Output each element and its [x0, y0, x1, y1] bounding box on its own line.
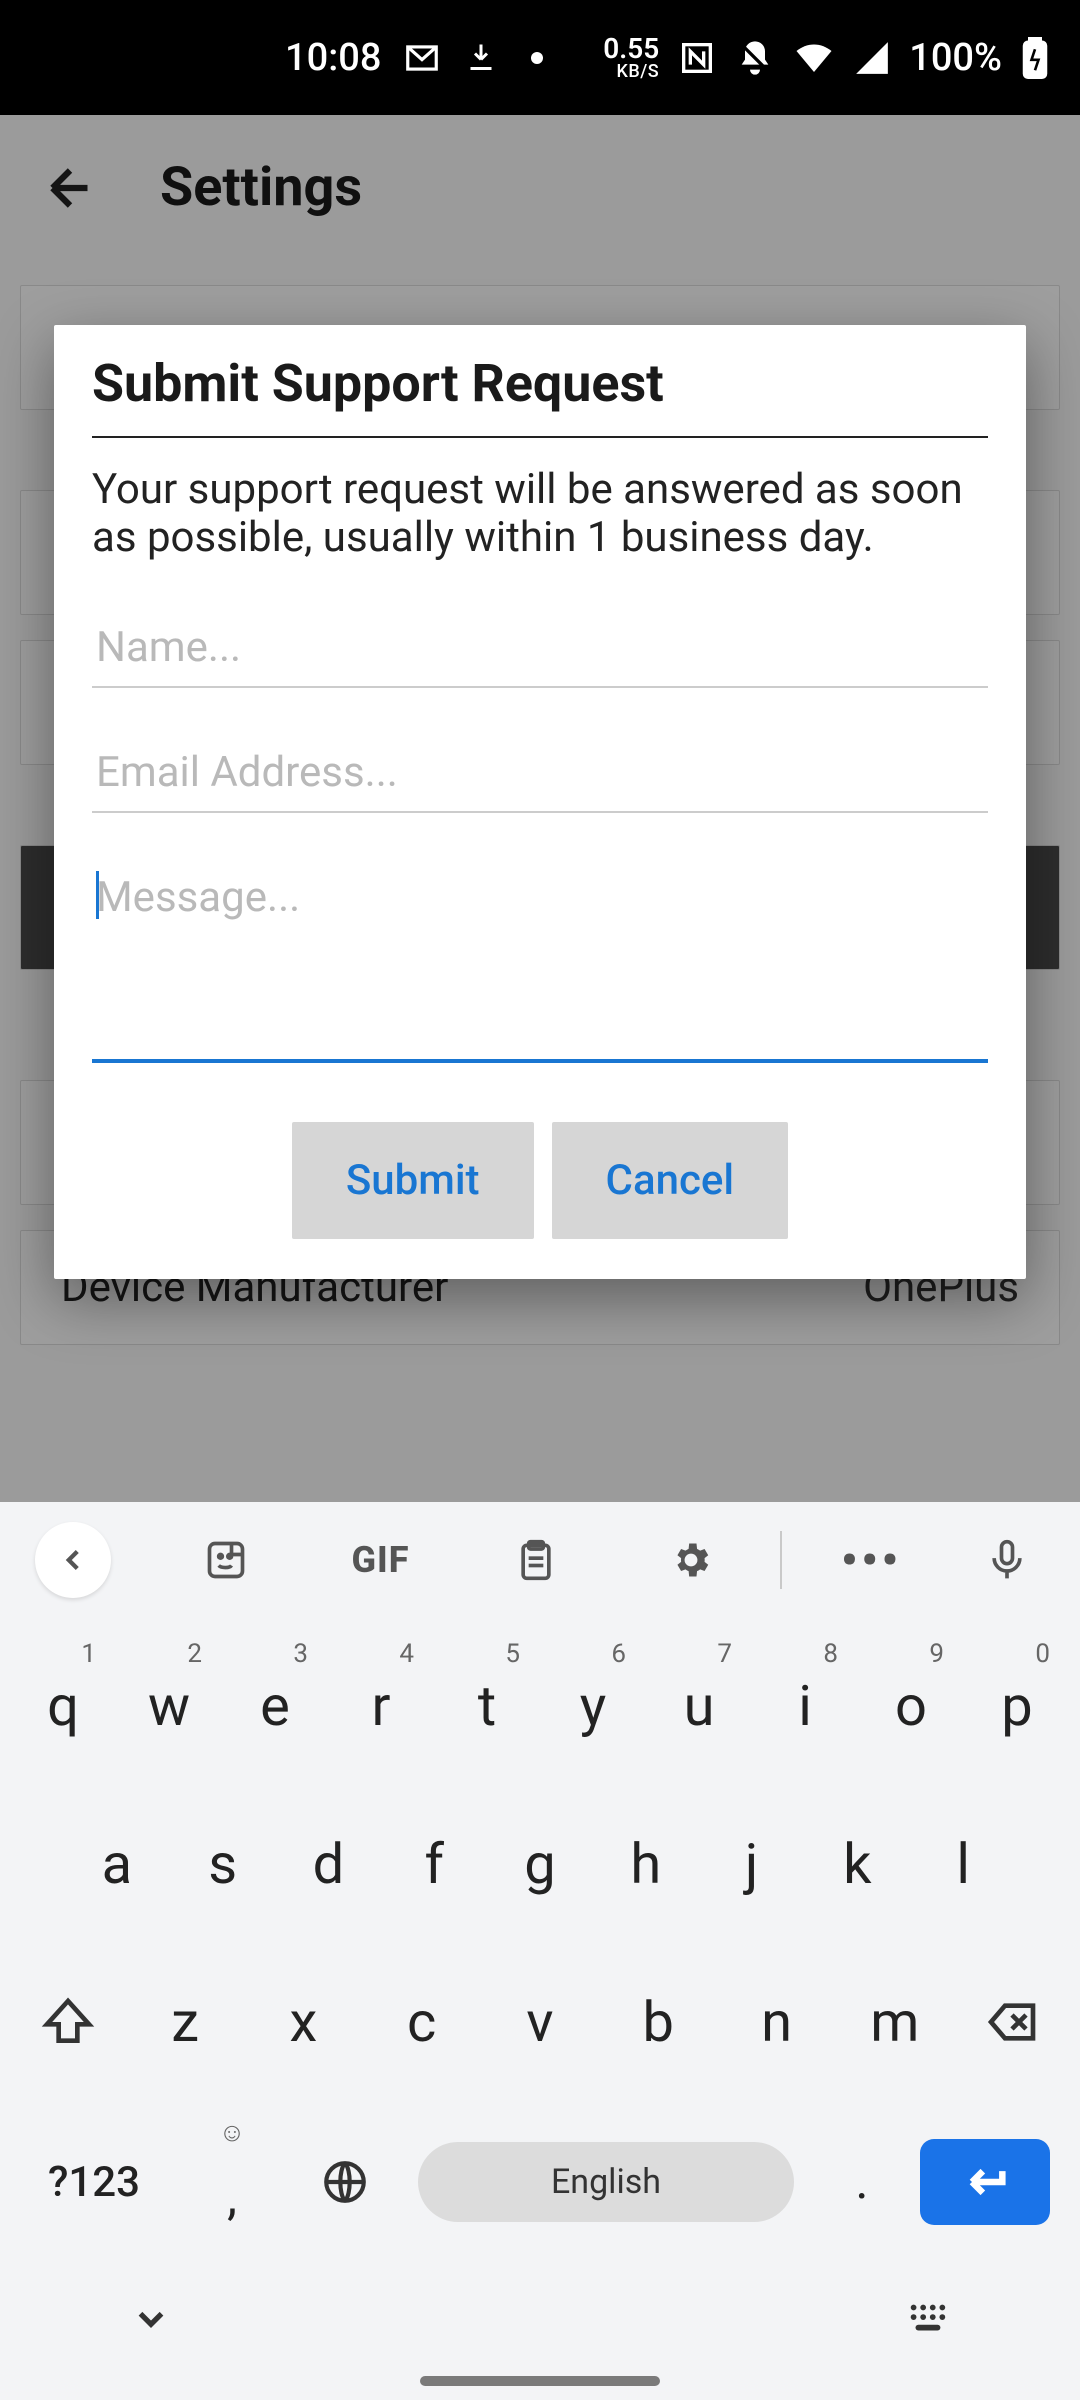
- keyboard-collapse-button[interactable]: [28, 1502, 118, 1617]
- gmail-icon: [403, 39, 441, 77]
- status-bar: 10:08 0.55 KB/S: [0, 0, 1080, 115]
- key-t[interactable]: 5t: [438, 1631, 536, 1781]
- cancel-button[interactable]: Cancel: [552, 1122, 789, 1239]
- key-j[interactable]: j: [703, 1789, 801, 1939]
- email-field[interactable]: [92, 738, 988, 813]
- clipboard-icon[interactable]: [458, 1502, 613, 1617]
- key-h[interactable]: h: [597, 1789, 695, 1939]
- key-d[interactable]: d: [280, 1789, 378, 1939]
- message-field[interactable]: [92, 863, 988, 1063]
- key-m[interactable]: m: [840, 1947, 950, 2097]
- more-icon[interactable]: •••: [794, 1502, 949, 1617]
- key-k[interactable]: k: [808, 1789, 906, 1939]
- download-icon: [463, 40, 499, 76]
- modal-description: Your support request will be answered as…: [92, 466, 988, 563]
- space-key[interactable]: English: [418, 2142, 794, 2222]
- period-key[interactable]: .: [812, 2107, 912, 2257]
- network-speed: 0.55 KB/S: [603, 35, 659, 81]
- gif-button[interactable]: GIF: [303, 1502, 458, 1617]
- sticker-icon[interactable]: [148, 1502, 303, 1617]
- nav-collapse-icon[interactable]: [130, 2298, 172, 2344]
- wifi-icon: [793, 37, 835, 79]
- shift-key[interactable]: [14, 1947, 122, 2097]
- key-c[interactable]: c: [367, 1947, 477, 2097]
- key-w[interactable]: 2w: [120, 1631, 218, 1781]
- key-s[interactable]: s: [174, 1789, 272, 1939]
- comma-key[interactable]: ☺ ,: [182, 2107, 282, 2257]
- battery-percent: 100%: [909, 36, 1002, 80]
- settings-gear-icon[interactable]: [613, 1502, 768, 1617]
- support-request-modal: Submit Support Request Your support requ…: [54, 325, 1026, 1279]
- nfc-icon: [677, 38, 717, 78]
- soft-keyboard: GIF ••• 1q2w3e4r5t6y7u8i9o0p asdfghjkl z…: [0, 1502, 1080, 2400]
- key-y[interactable]: 6y: [544, 1631, 642, 1781]
- name-field[interactable]: [92, 613, 988, 688]
- enter-key[interactable]: [920, 2139, 1050, 2225]
- signal-icon: [853, 39, 891, 77]
- key-r[interactable]: 4r: [332, 1631, 430, 1781]
- key-x[interactable]: x: [248, 1947, 358, 2097]
- key-i[interactable]: 8i: [756, 1631, 854, 1781]
- key-l[interactable]: l: [914, 1789, 1012, 1939]
- dot-icon: [531, 52, 543, 64]
- key-z[interactable]: z: [130, 1947, 240, 2097]
- key-q[interactable]: 1q: [14, 1631, 112, 1781]
- key-f[interactable]: f: [385, 1789, 483, 1939]
- key-n[interactable]: n: [721, 1947, 831, 2097]
- modal-title: Submit Support Request: [92, 353, 988, 438]
- key-b[interactable]: b: [603, 1947, 713, 2097]
- status-time: 10:08: [285, 36, 381, 80]
- backspace-key[interactable]: [958, 1947, 1066, 2097]
- key-p[interactable]: 0p: [968, 1631, 1066, 1781]
- key-o[interactable]: 9o: [862, 1631, 960, 1781]
- key-e[interactable]: 3e: [226, 1631, 324, 1781]
- battery-charging-icon: [1020, 37, 1050, 79]
- key-u[interactable]: 7u: [650, 1631, 748, 1781]
- toolbar-divider: [780, 1531, 782, 1589]
- key-v[interactable]: v: [485, 1947, 595, 2097]
- keyboard-toolbar: GIF •••: [0, 1502, 1080, 1617]
- submit-button[interactable]: Submit: [292, 1122, 534, 1239]
- dnd-icon: [735, 38, 775, 78]
- nav-bar: [0, 2257, 1080, 2385]
- microphone-icon[interactable]: [962, 1502, 1052, 1617]
- key-a[interactable]: a: [68, 1789, 166, 1939]
- keyboard-switch-icon[interactable]: [904, 2296, 950, 2346]
- gesture-handle[interactable]: [420, 2376, 660, 2386]
- emoji-hint-icon: ☺: [219, 2117, 246, 2148]
- key-g[interactable]: g: [491, 1789, 589, 1939]
- language-key[interactable]: [290, 2107, 400, 2257]
- symbols-key[interactable]: ?123: [14, 2107, 174, 2257]
